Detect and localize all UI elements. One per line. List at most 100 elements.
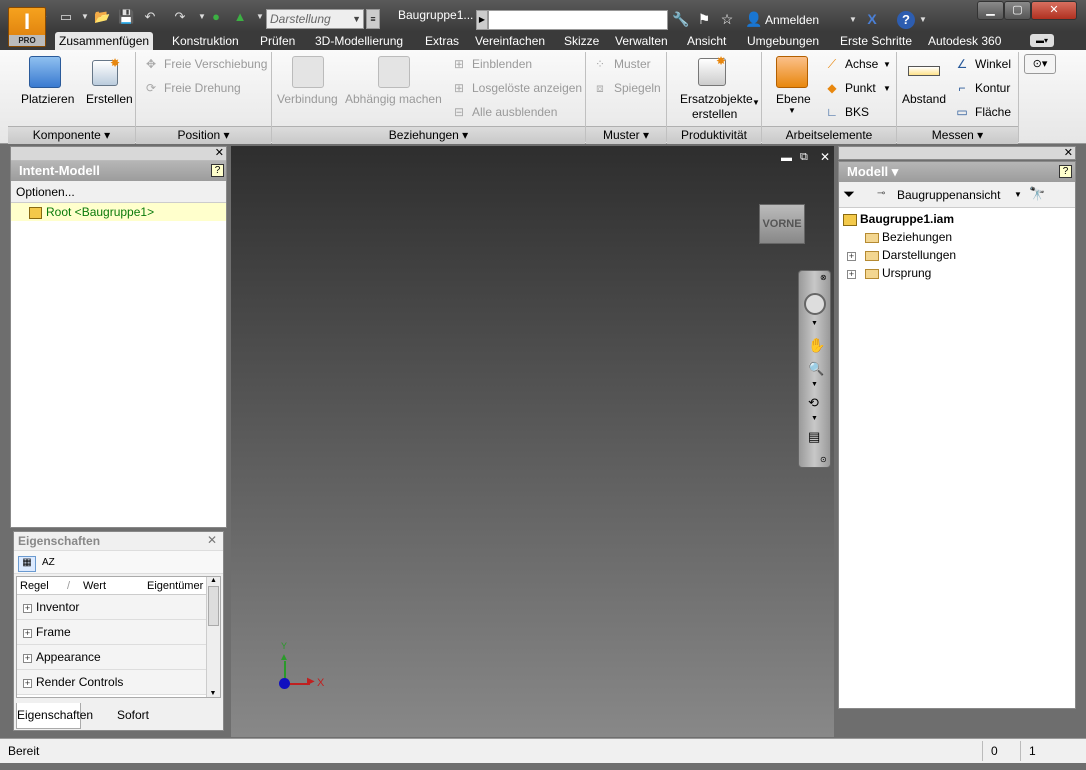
minimize-button[interactable]: ▁ <box>977 1 1004 20</box>
look-at-icon[interactable]: ▤ <box>808 429 820 445</box>
redo-icon[interactable]: ↷ <box>172 9 188 25</box>
new-file-icon[interactable]: ▭ <box>58 9 74 25</box>
options-menu[interactable]: Optionen... <box>11 181 226 203</box>
scroll-down-icon[interactable]: ▼ <box>207 690 219 697</box>
tab-konstruktion[interactable]: Konstruktion <box>168 32 243 50</box>
punkt-button[interactable]: Punkt <box>845 81 876 95</box>
expand-icon[interactable]: + <box>847 252 856 261</box>
close-icon[interactable]: ✕ <box>1064 146 1073 159</box>
filter-icon[interactable]: ⏷ <box>843 186 855 203</box>
help-search-input[interactable] <box>488 10 668 30</box>
ersatzobjekte-button-line2[interactable]: erstellen <box>692 107 737 121</box>
traffic-light-icon[interactable]: ● <box>208 9 224 25</box>
erstellen-button[interactable]: Erstellen <box>86 92 133 106</box>
area-icon[interactable]: ▭ <box>955 105 969 119</box>
tab-ansicht[interactable]: Ansicht <box>683 32 730 50</box>
expand-icon[interactable]: + <box>23 679 32 688</box>
tree-item-beziehungen[interactable]: Beziehungen <box>843 228 1075 246</box>
viewport-restore-icon[interactable]: ⧉ <box>800 151 808 164</box>
help-dropdown-icon[interactable]: ▼ <box>919 15 927 24</box>
expand-icon[interactable]: + <box>23 629 32 638</box>
quick-access-customize-icon[interactable]: ≡ <box>366 9 380 29</box>
properties-scrollbar[interactable]: ▲ ▼ <box>206 577 220 697</box>
help-icon[interactable]: ? <box>1059 165 1072 178</box>
navbar-close-icon[interactable]: ⊗ <box>820 273 827 282</box>
panel-muster[interactable]: Muster ▾ <box>586 126 666 144</box>
tree-root-row[interactable]: Root <Baugruppe1> <box>11 203 226 221</box>
spiegeln-button[interactable]: Spiegeln <box>614 81 661 95</box>
property-row-frame[interactable]: + Frame <box>17 620 206 645</box>
flaeche-button[interactable]: Fläche <box>975 105 1011 119</box>
tab-erste-schritte[interactable]: Erste Schritte <box>836 32 916 50</box>
expand-icon[interactable]: + <box>23 654 32 663</box>
col-eigentuemer[interactable]: Eigentümer <box>147 577 203 595</box>
abhaengig-machen-button[interactable]: Abhängig machen <box>345 92 442 106</box>
view-dropdown[interactable]: Baugruppenansicht <box>897 188 1000 202</box>
tab-eigenschaften[interactable]: Eigenschaften <box>16 703 93 729</box>
angle-icon[interactable]: ∠ <box>955 57 969 71</box>
panel-grip[interactable]: ✕ <box>838 146 1076 160</box>
new-dropdown-icon[interactable]: ▼ <box>77 9 93 25</box>
undo-icon[interactable]: ↶ <box>142 9 158 25</box>
chevron-down-icon[interactable]: ▼ <box>883 84 891 93</box>
loop-icon[interactable]: ⌐ <box>955 81 969 95</box>
distance-icon[interactable] <box>908 66 940 76</box>
bks-button[interactable]: BKS <box>845 105 869 119</box>
chevron-down-icon[interactable]: ▼ <box>811 320 818 327</box>
place-component-icon[interactable] <box>29 56 61 88</box>
help-icon[interactable]: ? <box>897 11 915 29</box>
ucs-icon[interactable]: ∟ <box>825 105 839 119</box>
subscription-icon[interactable]: ⚑ <box>696 11 712 27</box>
viewcube[interactable]: VORNE <box>759 204 805 244</box>
tree-item-darstellungen[interactable]: + Darstellungen <box>843 246 1075 264</box>
close-icon[interactable]: ✕ <box>207 533 217 547</box>
tab-skizze[interactable]: Skizze <box>560 32 603 50</box>
scroll-thumb[interactable] <box>208 586 219 626</box>
viewport-close-icon[interactable]: ✕ <box>820 150 830 164</box>
col-regel[interactable]: Regel <box>20 577 49 595</box>
steering-wheel-icon[interactable] <box>804 293 826 315</box>
zoom-icon[interactable]: 🔍 <box>808 361 824 377</box>
model-browser-title[interactable]: Modell ▾ <box>839 162 1075 182</box>
chevron-down-icon[interactable]: ▼ <box>1014 190 1022 199</box>
verbindung-button[interactable]: Verbindung <box>277 92 338 106</box>
panel-position[interactable]: Position ▾ <box>136 126 271 144</box>
property-row-appearance[interactable]: + Appearance <box>17 645 206 670</box>
scroll-up-icon[interactable]: ▲ <box>207 577 220 584</box>
panel-beziehungen[interactable]: Beziehungen ▾ <box>272 126 585 144</box>
tree-root-row[interactable]: Baugruppe1.iam <box>843 210 1075 228</box>
tab-vereinfachen[interactable]: Vereinfachen <box>471 32 549 50</box>
tab-extras[interactable]: Extras <box>421 32 463 50</box>
search-expand-icon[interactable]: ▶ <box>476 10 488 30</box>
tab-sofort[interactable]: Sofort <box>117 703 149 727</box>
losgeloeste-anzeigen-button[interactable]: Losgelöste anzeigen <box>472 81 582 95</box>
panel-produktivitaet[interactable]: Produktivität <box>667 126 761 144</box>
graphics-viewport[interactable]: ▬ ⧉ ✕ VORNE ⊗ ▼ ✋ 🔍 ▼ ⟲ ▼ ▤ ⊙ ▲ Y ▶ X <box>231 146 834 737</box>
help-icon[interactable]: ? <box>211 164 224 177</box>
sign-in-dropdown-icon[interactable]: ▼ <box>849 15 857 24</box>
maximize-button[interactable]: ▢ <box>1004 1 1031 20</box>
sign-in-link[interactable]: Anmelden <box>765 13 819 27</box>
ebene-button[interactable]: Ebene <box>776 92 811 106</box>
work-plane-icon[interactable] <box>776 56 808 88</box>
close-icon[interactable]: ✕ <box>215 147 224 160</box>
tab-umgebungen[interactable]: Umgebungen <box>743 32 823 50</box>
sort-az-icon[interactable]: AZ <box>39 557 57 573</box>
viewport-minimize-icon[interactable]: ▬ <box>781 152 792 164</box>
user-icon[interactable]: 👤 <box>745 11 762 27</box>
star-icon[interactable]: ☆ <box>719 11 735 27</box>
exchange-apps-icon[interactable]: X <box>864 11 880 27</box>
kontur-button[interactable]: Kontur <box>975 81 1010 95</box>
expand-icon[interactable]: + <box>847 270 856 279</box>
einblenden-button[interactable]: Einblenden <box>472 57 532 71</box>
panel-messen[interactable]: Messen ▾ <box>897 126 1018 144</box>
representation-dropdown[interactable]: Darstellung ▼ <box>266 9 364 29</box>
open-folder-icon[interactable]: 📂 <box>94 9 110 25</box>
col-wert[interactable]: Wert <box>83 577 106 595</box>
chevron-down-icon[interactable]: ▼ <box>811 415 818 422</box>
chevron-down-icon[interactable]: ▼ <box>811 381 818 388</box>
tab-3d-modellierung[interactable]: 3D-Modellierung <box>311 32 407 50</box>
winkel-button[interactable]: Winkel <box>975 57 1011 71</box>
pan-icon[interactable]: ✋ <box>808 337 825 354</box>
panel-arbeitselemente[interactable]: Arbeitselemente <box>762 126 896 144</box>
